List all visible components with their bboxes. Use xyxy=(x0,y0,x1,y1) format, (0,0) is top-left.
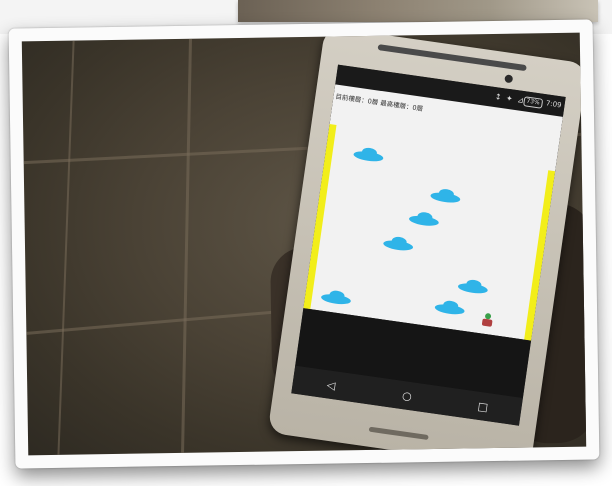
status-time: 7:09 xyxy=(545,99,563,110)
cloud-platform xyxy=(352,149,384,163)
cloud-platform xyxy=(429,190,461,205)
photo-card: ↕ ✦ ⊿ 73% 7:09 目前樓層：0層 最高樓層：0層 ◁ ○ □ xyxy=(8,19,600,469)
cloud-platform xyxy=(457,281,489,295)
tile-line xyxy=(181,38,192,453)
player-character xyxy=(481,312,495,328)
speaker-grille xyxy=(377,44,527,72)
battery-indicator: 73% xyxy=(522,96,544,109)
recent-apps-icon[interactable]: □ xyxy=(462,397,503,416)
cloud-platform xyxy=(408,214,440,228)
cloud-platform xyxy=(382,238,414,252)
cloud-platform xyxy=(434,302,466,316)
player-body xyxy=(481,318,493,327)
phone: ↕ ✦ ⊿ 73% 7:09 目前樓層：0層 最高樓層：0層 ◁ ○ □ xyxy=(267,32,587,456)
front-camera xyxy=(504,74,514,84)
left-wall xyxy=(303,124,337,310)
phone-screen: ↕ ✦ ⊿ 73% 7:09 目前樓層：0層 最高樓層：0層 ◁ ○ □ xyxy=(291,64,566,426)
back-icon[interactable]: ◁ xyxy=(310,376,351,395)
cloud-platform xyxy=(320,292,352,306)
bottom-speaker xyxy=(368,426,429,441)
tile-line xyxy=(57,40,75,455)
right-wall xyxy=(524,170,556,341)
game-area[interactable]: 目前樓層：0層 最高樓層：0層 xyxy=(303,84,563,341)
photo: ↕ ✦ ⊿ 73% 7:09 目前樓層：0層 最高樓層：0層 ◁ ○ □ xyxy=(21,32,587,456)
background-photo xyxy=(238,0,598,22)
status-icons: ↕ ✦ ⊿ xyxy=(494,92,526,106)
home-icon[interactable]: ○ xyxy=(386,386,427,405)
